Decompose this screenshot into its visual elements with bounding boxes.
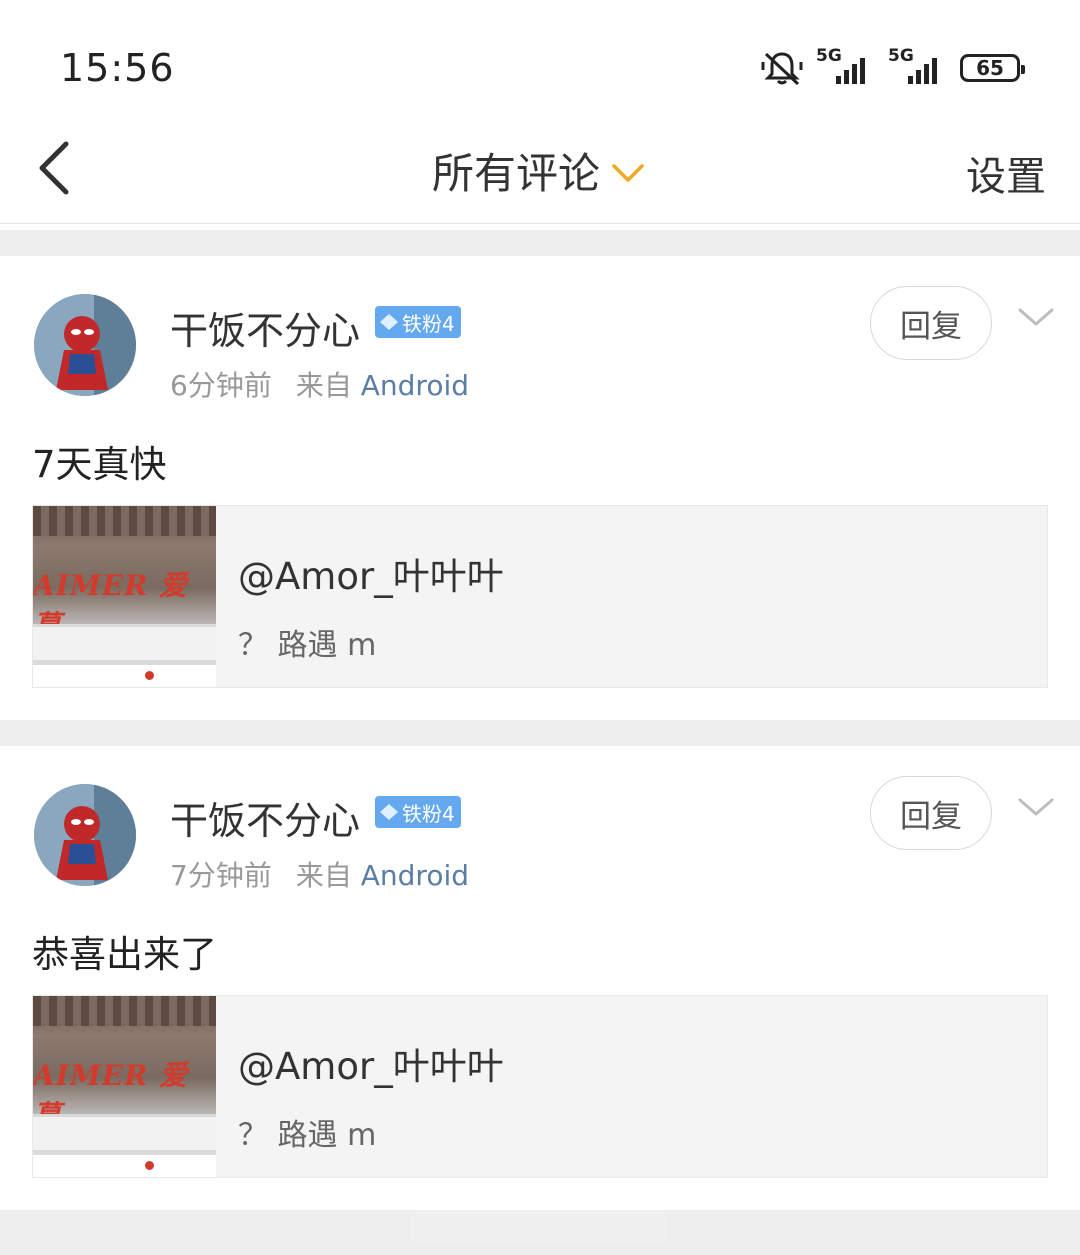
quoted-snippet: ？ 路遇 m bbox=[238, 1118, 377, 1153]
comment-time: 6分钟前 bbox=[170, 369, 272, 402]
page-title: 所有评论 bbox=[431, 149, 600, 198]
status-icons: 5G 5G 65 bbox=[760, 46, 1025, 88]
signal-sim1-icon: 5G bbox=[816, 46, 876, 86]
username[interactable]: 干饭不分心 bbox=[170, 790, 360, 845]
divider bbox=[0, 720, 1080, 746]
avatar[interactable] bbox=[34, 294, 136, 396]
avatar[interactable] bbox=[34, 784, 136, 886]
fan-badge: 铁粉4 bbox=[375, 796, 461, 828]
source-link[interactable]: Android bbox=[361, 369, 469, 402]
username[interactable]: 干饭不分心 bbox=[170, 300, 360, 355]
source-link[interactable]: Android bbox=[361, 859, 469, 892]
comment-source: 来自 Android bbox=[295, 859, 470, 892]
bottom-handle bbox=[410, 1212, 666, 1242]
quoted-author: @Amor_叶叶叶 bbox=[238, 1045, 504, 1088]
mute-bell-icon bbox=[761, 52, 803, 86]
reply-button[interactable]: 回复 bbox=[870, 776, 992, 850]
status-bar: 15:56 5G 5G 65 bbox=[0, 0, 1080, 120]
spiderman-avatar-image bbox=[34, 294, 136, 396]
quoted-snippet: ？ 路遇 m bbox=[238, 628, 377, 663]
chevron-down-icon[interactable] bbox=[1016, 302, 1056, 332]
comment-item: 干饭不分心 铁粉4 6分钟前 来自 Android 回复 7天真快 AIMER … bbox=[0, 256, 1080, 720]
comment-item: 干饭不分心 铁粉4 7分钟前 来自 Android 回复 恭喜出来了 AIMER… bbox=[0, 746, 1080, 1210]
status-time: 15:56 bbox=[60, 46, 175, 90]
comment-filter-dropdown[interactable]: 所有评论 bbox=[432, 140, 648, 201]
spiderman-avatar-image bbox=[34, 784, 136, 886]
quoted-post-thumbnail: AIMER 爱慕 bbox=[33, 996, 216, 1177]
signal-sim2-icon: 5G bbox=[888, 46, 948, 86]
nav-bar: 所有评论 设置 bbox=[0, 120, 1080, 224]
fan-badge: 铁粉4 bbox=[375, 306, 461, 338]
quoted-post-thumbnail: AIMER 爱慕 bbox=[33, 506, 216, 687]
battery-icon: 65 bbox=[960, 54, 1025, 82]
comment-time: 7分钟前 bbox=[170, 859, 272, 892]
comment-text: 恭喜出来了 bbox=[32, 933, 217, 976]
comment-text: 7天真快 bbox=[32, 443, 167, 486]
quoted-post[interactable]: AIMER 爱慕 @Amor_叶叶叶 ？ 路遇 m bbox=[32, 995, 1048, 1178]
chevron-down-icon bbox=[612, 163, 644, 182]
diamond-icon bbox=[380, 804, 398, 820]
comment-source: 来自 Android bbox=[295, 369, 470, 402]
diamond-icon bbox=[380, 314, 398, 330]
divider bbox=[0, 230, 1080, 256]
comment-meta: 6分钟前 来自 Android bbox=[170, 364, 469, 404]
settings-button[interactable]: 设置 bbox=[966, 144, 1046, 202]
chevron-down-icon[interactable] bbox=[1016, 792, 1056, 822]
comment-meta: 7分钟前 来自 Android bbox=[170, 854, 469, 894]
quoted-author: @Amor_叶叶叶 bbox=[238, 555, 504, 598]
reply-button[interactable]: 回复 bbox=[870, 286, 992, 360]
quoted-post[interactable]: AIMER 爱慕 @Amor_叶叶叶 ？ 路遇 m bbox=[32, 505, 1048, 688]
